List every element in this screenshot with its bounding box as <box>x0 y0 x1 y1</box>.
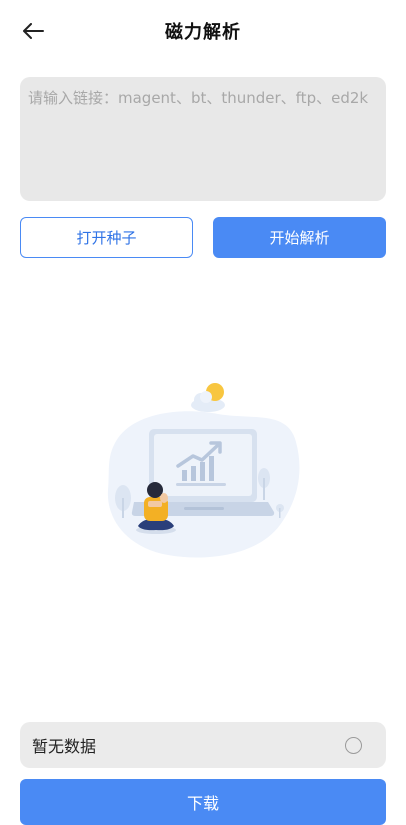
download-button[interactable]: 下载 <box>20 779 386 825</box>
open-seed-button[interactable]: 打开种子 <box>20 217 193 258</box>
empty-state-illustration <box>107 383 300 558</box>
magnet-parse-page: 磁力解析 打开种子 开始解析 <box>0 0 406 825</box>
page-title: 磁力解析 <box>165 22 241 43</box>
app-header: 磁力解析 <box>0 0 406 64</box>
link-input[interactable] <box>20 77 386 201</box>
status-text: 暂无数据 <box>32 737 97 756</box>
select-radio[interactable] <box>345 736 362 754</box>
start-parse-button[interactable]: 开始解析 <box>213 217 386 258</box>
status-row[interactable]: 暂无数据 <box>20 722 386 768</box>
